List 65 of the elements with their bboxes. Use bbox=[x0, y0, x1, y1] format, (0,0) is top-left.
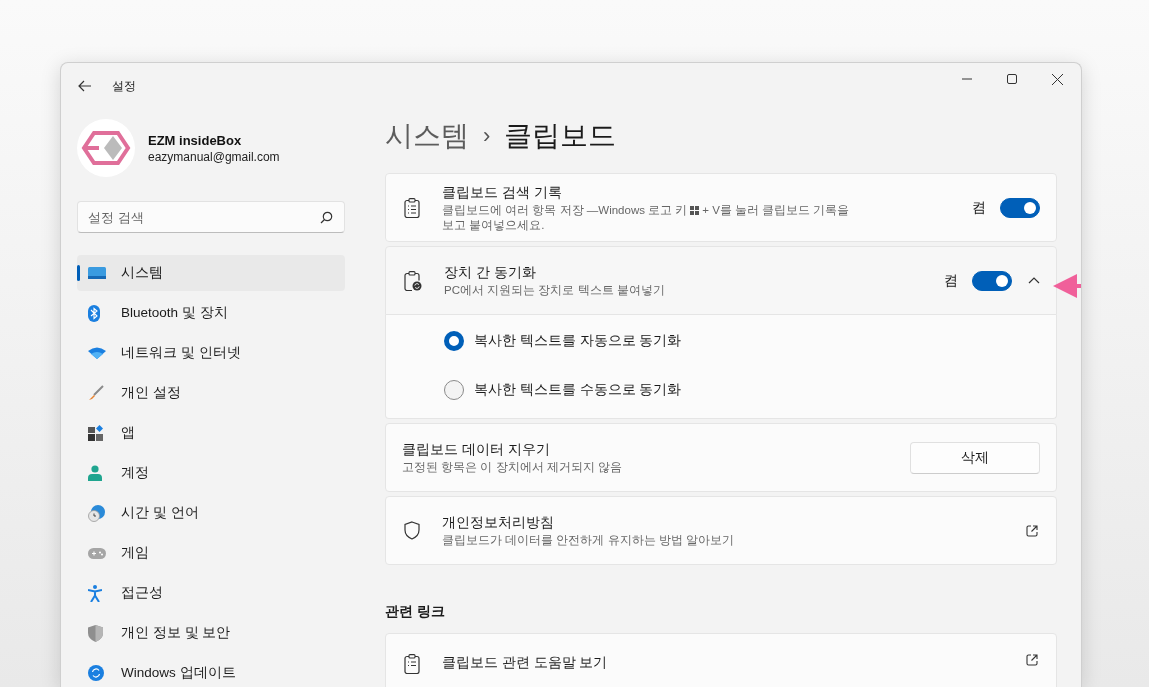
shield-icon bbox=[88, 624, 103, 642]
sidebar-item[interactable]: 접근성 bbox=[77, 575, 345, 611]
bluetooth-icon bbox=[88, 304, 100, 322]
account-email: eazymanual@gmail.com bbox=[148, 149, 280, 164]
sidebar-item[interactable]: 앱 bbox=[77, 415, 345, 451]
sidebar-item[interactable]: 계정 bbox=[77, 455, 345, 491]
search-field[interactable]: 설정 검색 bbox=[77, 201, 345, 233]
sidebar-item[interactable]: 시간 및 언어 bbox=[77, 495, 345, 531]
breadcrumb-separator: › bbox=[483, 123, 491, 149]
paintbrush-icon bbox=[88, 385, 104, 401]
chevron-icon[interactable] bbox=[1028, 277, 1040, 284]
section-heading: 관련 링크 bbox=[385, 603, 446, 621]
globe-clock-icon bbox=[88, 504, 105, 522]
window-title: 설정 bbox=[112, 77, 136, 95]
apps-icon bbox=[88, 425, 104, 441]
page-title: 클립보드 bbox=[504, 119, 617, 153]
radio-button[interactable] bbox=[444, 331, 464, 351]
toggle-switch[interactable] bbox=[972, 270, 1012, 291]
radio-button[interactable] bbox=[444, 380, 464, 400]
person-icon bbox=[88, 465, 102, 481]
sidebar-item[interactable]: 개인 설정 bbox=[77, 375, 345, 411]
sync-icon bbox=[88, 665, 104, 681]
monitor-icon bbox=[88, 266, 106, 280]
sidebar-item[interactable]: Bluetooth 및 장치 bbox=[77, 295, 345, 331]
search-icon bbox=[320, 211, 333, 224]
avatar-logo-icon bbox=[77, 119, 135, 177]
sidebar-item[interactable]: 개인 정보 및 보안 bbox=[77, 615, 345, 651]
link-card[interactable]: 클립보드 관련 도움말 보기 bbox=[385, 633, 1057, 687]
gamepad-icon bbox=[88, 547, 106, 559]
setting-description: 고정된 항목은 이 장치에서 제거되지 않음 bbox=[402, 459, 623, 475]
toggle-switch[interactable] bbox=[1000, 197, 1040, 218]
back-arrow-icon[interactable] bbox=[78, 80, 92, 92]
link-title: 클립보드 관련 도움말 보기 bbox=[442, 654, 609, 672]
sidebar-item[interactable]: 게임 bbox=[77, 535, 345, 571]
maximize-icon[interactable] bbox=[1007, 74, 1017, 84]
windows-logo-icon bbox=[690, 205, 700, 215]
close-icon[interactable] bbox=[1052, 73, 1063, 85]
accessibility-icon bbox=[88, 584, 102, 602]
external-link-icon[interactable] bbox=[1026, 654, 1038, 666]
setting-description: 클립보드가 데이터를 안전하게 유지하는 방법 알아보기 bbox=[442, 532, 735, 548]
shield-icon bbox=[404, 521, 420, 540]
wifi-icon bbox=[88, 347, 106, 359]
clipboard-list-icon bbox=[404, 654, 420, 674]
setting-description: 보고 붙여넣으세요. bbox=[442, 218, 546, 232]
radio-label: 복사한 텍스트를 자동으로 동기화 bbox=[474, 332, 682, 350]
setting-description: + V를 눌러 클립보드 기록을 bbox=[702, 202, 850, 218]
setting-title: 클립보드 데이터 지우기 bbox=[402, 440, 551, 459]
clipboard-sync-icon bbox=[404, 270, 422, 291]
breadcrumb-parent[interactable]: 시스템 bbox=[385, 117, 469, 155]
delete-button[interactable]: 삭제 bbox=[910, 441, 1040, 474]
setting-card[interactable]: 개인정보처리방침 클립보드가 데이터를 안전하게 유지하는 방법 알아보기 bbox=[385, 496, 1057, 565]
account-name: EZM insideBox bbox=[148, 132, 243, 148]
toggle-state-label: 켬 bbox=[972, 198, 986, 217]
sidebar-item[interactable]: 시스템 bbox=[77, 255, 345, 291]
toggle-state-label: 켬 bbox=[944, 271, 958, 290]
setting-title: 개인정보처리방침 bbox=[442, 513, 555, 532]
setting-title: 클립보드 검색 기록 bbox=[442, 183, 563, 202]
sidebar-item[interactable]: Windows 업데이트 bbox=[77, 655, 345, 687]
external-link-icon[interactable] bbox=[1026, 524, 1038, 537]
setting-title: 장치 간 동기화 bbox=[444, 263, 537, 282]
clipboard-list-icon bbox=[404, 197, 420, 218]
sidebar-item[interactable]: 네트워크 및 인터넷 bbox=[77, 335, 345, 371]
radio-label: 복사한 텍스트를 수동으로 동기화 bbox=[474, 381, 682, 399]
setting-description: PC에서 지원되는 장치로 텍스트 붙여넣기 bbox=[444, 282, 666, 298]
setting-description: 클립보드에 여러 항목 저장 —Windows 로고 키 bbox=[442, 202, 688, 218]
